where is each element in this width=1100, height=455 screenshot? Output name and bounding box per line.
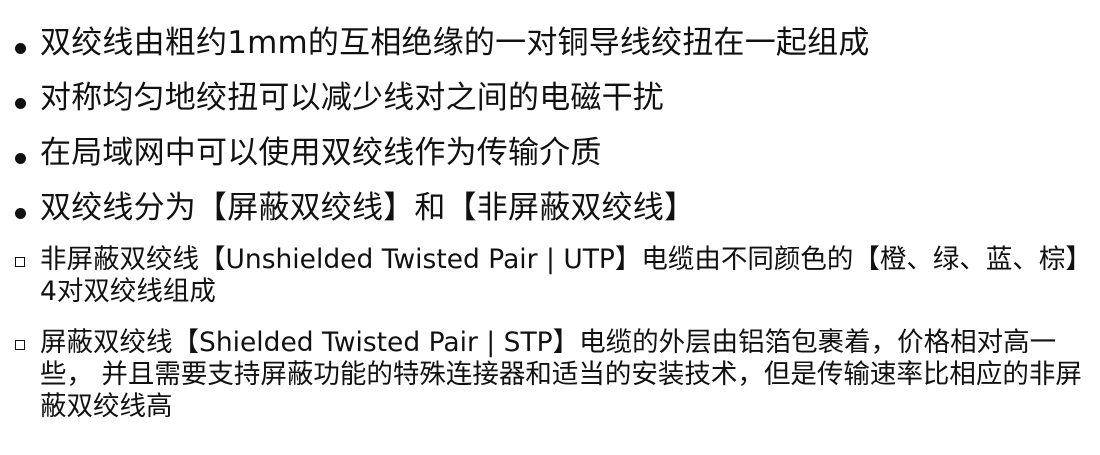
bullet-item: 在局域网中可以使用双绞线作为传输介质 [0, 133, 602, 173]
sub-bullet-item: 屏蔽双绞线【Shielded Twisted Pair | STP】电缆的外层由… [0, 327, 1090, 423]
sub-bullet-text: 非屏蔽双绞线【Unshielded Twisted Pair | UTP】电缆由… [40, 244, 1079, 307]
square-bullet-icon [0, 244, 40, 267]
bullet-text: 双绞线由粗约1mm的互相绝缘的一对铜导线绞扭在一起组成 [40, 25, 870, 61]
slide: 双绞线由粗约1mm的互相绝缘的一对铜导线绞扭在一起组成 对称均匀地绞扭可以减少线… [0, 0, 1100, 455]
bullet-item: 双绞线由粗约1mm的互相绝缘的一对铜导线绞扭在一起组成 [0, 23, 870, 63]
sub-bullet-text: 屏蔽双绞线【Shielded Twisted Pair | STP】电缆的外层由… [40, 327, 1082, 422]
bullet-dot-icon [0, 188, 40, 219]
bullet-dot-icon [0, 23, 40, 54]
bullet-dot-icon [0, 133, 40, 164]
bullet-dot-icon [0, 78, 40, 109]
bullet-item: 双绞线分为【屏蔽双绞线】和【非屏蔽双绞线】 [0, 188, 695, 228]
bullet-text: 在局域网中可以使用双绞线作为传输介质 [40, 135, 602, 171]
square-bullet-icon [0, 327, 40, 350]
bullet-text: 对称均匀地绞扭可以减少线对之间的电磁干扰 [40, 80, 664, 116]
bullet-text: 双绞线分为【屏蔽双绞线】和【非屏蔽双绞线】 [40, 190, 696, 226]
sub-bullet-item: 非屏蔽双绞线【Unshielded Twisted Pair | UTP】电缆由… [0, 244, 1090, 308]
bullet-item: 对称均匀地绞扭可以减少线对之间的电磁干扰 [0, 78, 664, 118]
